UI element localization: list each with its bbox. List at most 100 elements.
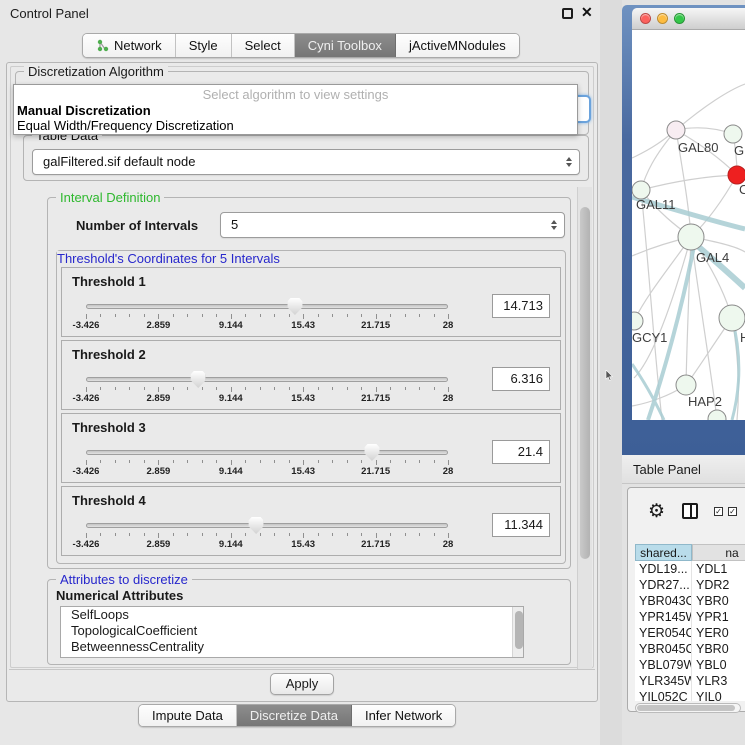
table-cell[interactable]: YER0 [692,625,745,641]
algorithm-option-equal-width[interactable]: Equal Width/Frequency Discretization [17,118,234,133]
table-row[interactable]: YPR145WYPR1 [635,609,745,625]
table-cell[interactable]: YER054C [635,625,692,641]
table-cell[interactable]: YPR1 [692,609,745,625]
separator [9,669,595,670]
group-label: Discretization Algorithm [24,64,168,79]
table-cell[interactable]: YDL1 [692,561,745,577]
slider-tick-label: 9.144 [219,466,243,477]
threshold-slider[interactable]: -3.4262.8599.14415.4321.71528 [86,444,448,478]
table-cell[interactable]: YIL0 [692,689,745,701]
attribute-list-item[interactable]: SelfLoops [61,607,523,623]
network-node[interactable] [719,305,745,331]
close-traffic-light-icon[interactable] [640,13,651,24]
network-node-label: GCY1 [632,330,667,345]
threshold-slider[interactable]: -3.4262.8599.14415.4321.71528 [86,298,448,332]
interval-definition-group: Interval Definition Number of Intervals … [47,197,571,569]
tab-discretize-data[interactable]: Discretize Data [237,705,352,726]
table-row[interactable]: YDL19...YDL1 [635,561,745,577]
network-window-titlebar [632,8,745,30]
table-column-header[interactable]: na [692,544,745,561]
algorithm-option-manual[interactable]: Manual Discretization [17,103,151,118]
tab-impute-data[interactable]: Impute Data [139,705,237,726]
columns-icon[interactable] [682,503,698,519]
threshold-value-field[interactable]: 11.344 [492,513,550,537]
slider-thumb[interactable] [364,444,379,461]
threshold-value-field[interactable]: 21.4 [492,440,550,464]
threshold-value-field[interactable]: 6.316 [492,367,550,391]
table-cell[interactable]: YLR3 [692,673,745,689]
slider-tick-label: 2.859 [147,466,171,477]
table-row[interactable]: YER054CYER0 [635,625,745,641]
list-scrollbar[interactable] [512,607,523,657]
table-horizontal-scrollbar[interactable] [635,703,741,713]
tab-infer-network[interactable]: Infer Network [352,705,455,726]
scrollbar-thumb[interactable] [637,705,735,711]
table-row[interactable]: YBR043CYBR0 [635,593,745,609]
table-cell[interactable]: YDR2 [692,577,745,593]
scrollbar-thumb[interactable] [515,611,523,649]
table-cell[interactable]: YLR345W [635,673,692,689]
slider-thumb[interactable] [287,298,302,315]
table-cell[interactable]: YBR043C [635,593,692,609]
table-row[interactable]: YIL052CYIL0 [635,689,745,701]
tab-label: Impute Data [152,708,223,723]
slider-thumb[interactable] [249,517,264,534]
slider-track[interactable] [86,304,448,309]
network-node[interactable] [632,312,643,330]
tab-style[interactable]: Style [176,34,232,57]
slider-track[interactable] [86,450,448,455]
apply-button[interactable]: Apply [270,673,334,695]
network-view-window: GAL80GCGAL11GAL4GCY1HHAP2 [622,5,745,455]
close-window-icon[interactable]: ✕ [581,4,593,21]
table-cell[interactable]: YBR0 [692,641,745,657]
network-node[interactable] [678,224,704,250]
numerical-attributes-list[interactable]: SelfLoopsTopologicalCoefficientBetweenne… [60,606,524,658]
slider-thumb[interactable] [191,371,206,388]
table-cell[interactable]: YBL0 [692,657,745,673]
float-window-icon[interactable] [562,8,573,19]
table-panel-title: Table Panel [633,462,701,477]
attribute-list-item[interactable]: TopologicalCoefficient [61,623,523,639]
tab-jactivemnodules[interactable]: jActiveMNodules [396,34,519,57]
numerical-attributes-label: Numerical Attributes [56,588,183,603]
slider-tick-label: 28 [443,393,454,404]
threshold-slider[interactable]: -3.4262.8599.14415.4321.71528 [86,371,448,405]
table-cell[interactable]: YBR045C [635,641,692,657]
table-cell[interactable]: YPR145W [635,609,692,625]
checkbox-icon[interactable]: ✓ [714,507,723,516]
slider-track[interactable] [86,523,448,528]
network-node[interactable] [676,375,696,395]
minimize-traffic-light-icon[interactable] [657,13,668,24]
zoom-traffic-light-icon[interactable] [674,13,685,24]
table-column-header[interactable]: shared... [635,544,692,561]
table-row[interactable]: YDR27...YDR2 [635,577,745,593]
table-cell[interactable]: YBL079W [635,657,692,673]
network-node[interactable] [667,121,685,139]
table-cell[interactable]: YBR0 [692,593,745,609]
slider-track[interactable] [86,377,448,382]
network-node-label: G [734,143,744,158]
settings-gear-icon[interactable]: ⚙ [648,500,665,523]
network-node[interactable] [708,410,726,420]
threshold-value-field[interactable]: 14.713 [492,294,550,318]
tab-select[interactable]: Select [232,34,295,57]
attribute-list-item[interactable]: BetweennessCentrality [61,639,523,655]
table-data-combobox[interactable]: galFiltered.sif default node [32,149,580,175]
number-of-intervals-combobox[interactable]: 5 [220,212,565,238]
table-cell[interactable]: YDL19... [635,561,692,577]
tab-network[interactable]: Network [83,34,176,57]
table-row[interactable]: YBR045CYBR0 [635,641,745,657]
checkbox-icon[interactable]: ✓ [728,507,737,516]
tab-cyni-toolbox[interactable]: Cyni Toolbox [295,34,396,57]
network-node[interactable] [724,125,742,143]
table-cell[interactable]: YIL052C [635,689,692,701]
slider-tick-label: 2.859 [147,320,171,331]
threshold-slider[interactable]: -3.4262.8599.14415.4321.71528 [86,517,448,551]
table-row[interactable]: YBL079WYBL0 [635,657,745,673]
network-canvas[interactable]: GAL80GCGAL11GAL4GCY1HHAP2 [632,30,745,420]
settings-scrollbar[interactable] [577,187,592,669]
table-row[interactable]: YLR345WYLR3 [635,673,745,689]
threshold-title: Threshold 1 [72,274,146,289]
scrollbar-thumb[interactable] [580,207,590,559]
table-cell[interactable]: YDR27... [635,577,692,593]
